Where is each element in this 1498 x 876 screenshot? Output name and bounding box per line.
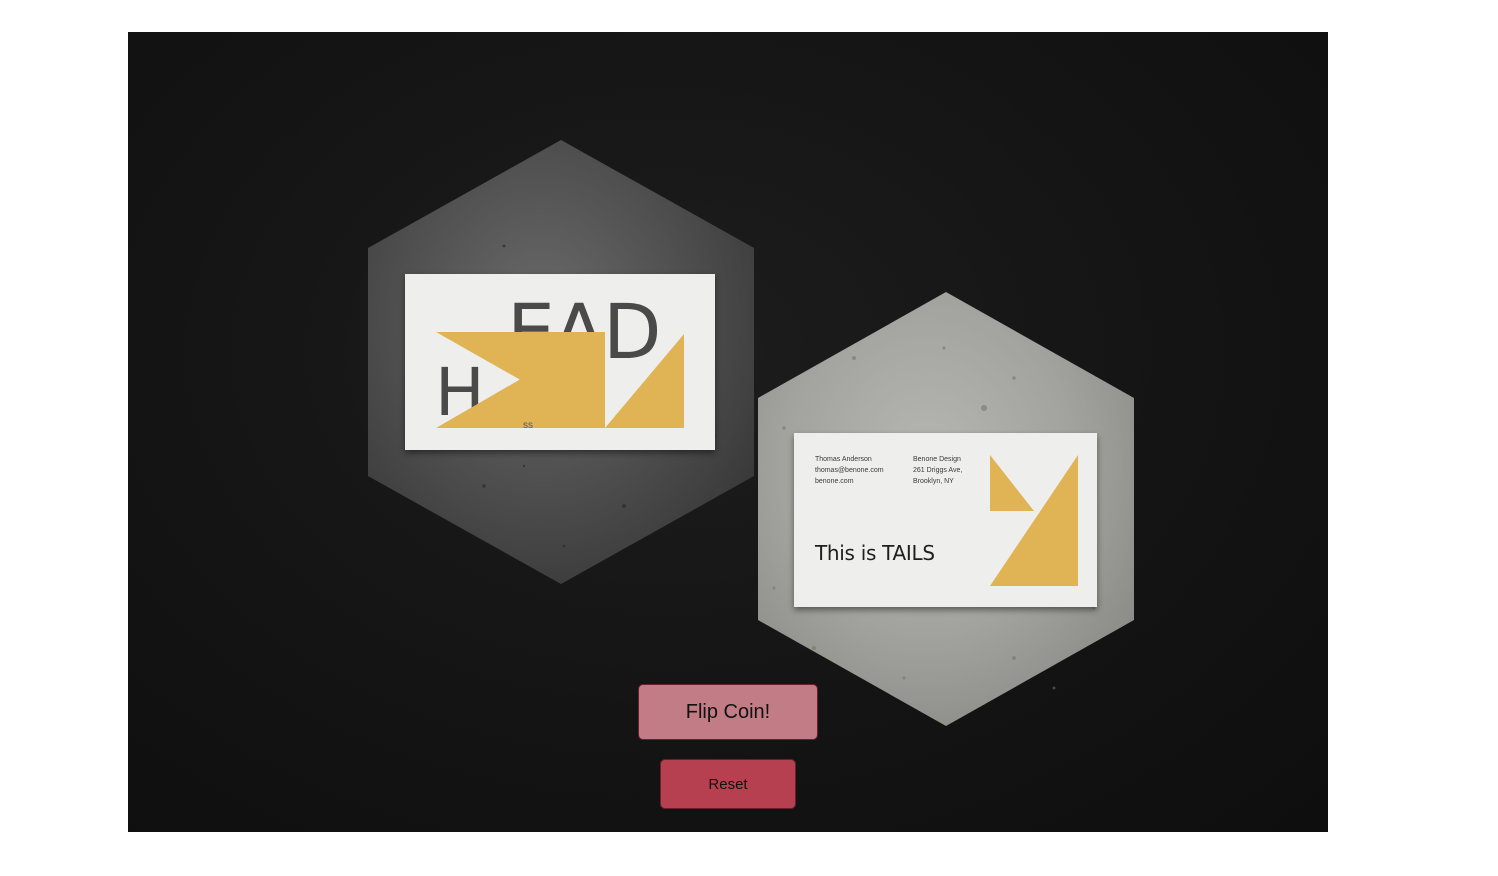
- tails-triangle-shapes: [990, 455, 1078, 586]
- tails-card: Thomas Anderson thomas@benone.com benone…: [794, 433, 1097, 607]
- heads-small-text: ss: [523, 420, 533, 431]
- heads-triangle-shapes: [436, 332, 684, 428]
- heads-card: EAD H ss: [405, 274, 715, 450]
- reset-button[interactable]: Reset: [660, 759, 796, 809]
- flip-coin-button[interactable]: Flip Coin!: [638, 684, 818, 740]
